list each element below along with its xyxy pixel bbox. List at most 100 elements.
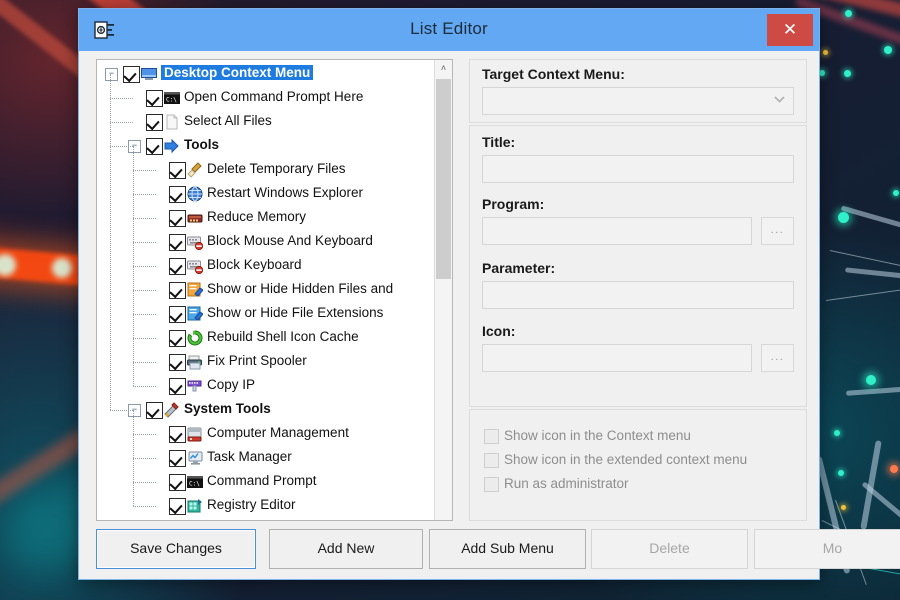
tree-item[interactable]: Select All Files [97, 110, 452, 134]
tree-item-label: Copy IP [207, 377, 256, 392]
tree-item[interactable]: Show or Hide Hidden Files and [97, 278, 452, 302]
tree-item[interactable]: Copy IP [97, 374, 452, 398]
tree-item[interactable]: − System Tools [97, 398, 452, 422]
tree-item-label: Registry Editor [207, 497, 296, 512]
keyboard-block-icon [187, 234, 204, 251]
tree-item-checkbox[interactable] [169, 378, 186, 395]
details-panel: Target Context Menu: Title: Program: ...… [469, 59, 807, 521]
tree-item-checkbox[interactable] [169, 282, 186, 299]
tree-item[interactable]: Block Mouse And Keyboard [97, 230, 452, 254]
close-button[interactable]: ✕ [767, 14, 813, 46]
delete-button: Delete [591, 529, 748, 569]
tree-item-label: Task Manager [207, 449, 292, 464]
memory-chip-icon [187, 210, 203, 226]
tree-item-checkbox[interactable] [169, 258, 186, 275]
tree-item[interactable]: C:\ Command Prompt [97, 470, 452, 494]
chevron-down-icon [774, 96, 785, 103]
icon-label: Icon: [482, 323, 516, 339]
orange-edit-icon [187, 282, 204, 298]
tree-item-checkbox[interactable] [169, 306, 186, 323]
tree-item-checkbox[interactable] [169, 330, 186, 347]
tree-item[interactable]: Rebuild Shell Icon Cache [97, 326, 452, 350]
tree-item[interactable]: Task Manager [97, 446, 452, 470]
tree-item[interactable]: Reduce Memory [97, 206, 452, 230]
tree-item-checkbox[interactable] [169, 450, 186, 467]
monitor-icon [141, 66, 157, 82]
tree-item-label: Delete Temporary Files [207, 161, 346, 176]
tree-item-label: Block Mouse And Keyboard [207, 233, 373, 248]
icon-input[interactable] [482, 344, 752, 372]
program-input[interactable] [482, 217, 752, 245]
target-context-menu-label: Target Context Menu: [482, 66, 625, 82]
tree-item-label: Block Keyboard [207, 257, 302, 272]
program-browse-button[interactable]: ... [761, 217, 794, 245]
tree-item-checkbox[interactable] [169, 426, 186, 443]
green-refresh-icon [187, 330, 203, 346]
server-icon [187, 426, 203, 442]
tree-item[interactable]: Delete Temporary Files [97, 158, 452, 182]
tree-item-checkbox[interactable] [146, 90, 163, 107]
tree-expander[interactable]: − [128, 140, 141, 153]
tree-item-checkbox[interactable] [146, 402, 163, 419]
parameter-input[interactable] [482, 281, 794, 309]
save-changes-button[interactable]: Save Changes [96, 529, 256, 569]
add-new-button[interactable]: Add New [269, 529, 423, 569]
tree-item-checkbox[interactable] [169, 354, 186, 371]
tree-item[interactable]: − Tools [97, 134, 452, 158]
tree-vertical-scrollbar[interactable]: ˄ [434, 60, 452, 520]
scroll-up-arrow[interactable]: ˄ [435, 60, 452, 77]
checkbox-label: Run as administrator [504, 476, 629, 491]
tree-item[interactable]: Show or Hide File Extensions [97, 302, 452, 326]
title-label: Title: [482, 134, 516, 150]
checkbox-label: Show icon in the extended context menu [504, 452, 748, 467]
tree-item-checkbox[interactable] [169, 234, 186, 251]
icon-browse-button[interactable]: ... [761, 344, 794, 372]
checkbox-box[interactable] [484, 429, 499, 444]
tree-item[interactable]: Restart Windows Explorer [97, 182, 452, 206]
tree-item-checkbox[interactable] [169, 162, 186, 179]
tree-item[interactable]: Computer Management [97, 422, 452, 446]
tree-item-checkbox[interactable] [146, 138, 163, 155]
checkbox-label: Show icon in the Context menu [504, 428, 691, 443]
checkbox-box[interactable] [484, 477, 499, 492]
globe-icon [187, 186, 203, 202]
tree-item[interactable]: C:\ Open Command Prompt Here [97, 86, 452, 110]
add-sub-menu-button[interactable]: Add Sub Menu [429, 529, 586, 569]
screen: List Editor ✕ − Desktop Context Menu C:\ Op… [0, 0, 900, 600]
tree-expander[interactable]: − [128, 404, 141, 417]
tree-item-checkbox[interactable] [146, 114, 163, 131]
menu-tree-panel[interactable]: − Desktop Context Menu C:\ Open Command Pro… [96, 59, 453, 521]
tree-item-label: Open Command Prompt Here [184, 89, 364, 104]
checkbox-box[interactable] [484, 453, 499, 468]
target-context-menu-select[interactable] [482, 87, 794, 115]
target-context-menu-group: Target Context Menu: [469, 59, 807, 123]
blue-edit-icon [187, 306, 204, 322]
tree-item-checkbox[interactable] [123, 66, 140, 83]
tree-item-label: Show or Hide Hidden Files and [207, 281, 394, 296]
tree-item-label: Command Prompt [207, 473, 317, 488]
title-input[interactable] [482, 155, 794, 183]
tree-item-label: Fix Print Spooler [207, 353, 307, 368]
tree-item-label: Desktop Context Menu [161, 65, 314, 80]
tree-item-checkbox[interactable] [169, 498, 186, 515]
scrollbar-thumb[interactable] [436, 79, 451, 279]
tree-item[interactable]: Fix Print Spooler [97, 350, 452, 374]
tree-item[interactable]: − Desktop Context Menu [97, 62, 452, 86]
entry-fields-group: Title: Program: ... Parameter: Icon: ... [469, 125, 807, 407]
tree-item-checkbox[interactable] [169, 474, 186, 491]
menu-tree[interactable]: − Desktop Context Menu C:\ Open Command Pro… [97, 60, 452, 520]
tree-expander[interactable]: − [105, 68, 118, 81]
program-label: Program: [482, 196, 545, 212]
tools-icon [164, 402, 180, 418]
tree-item-checkbox[interactable] [169, 210, 186, 227]
tree-item-label: Select All Files [184, 113, 272, 128]
cmd-icon: C:\ [164, 90, 180, 106]
monitor-chart-icon [187, 450, 203, 466]
document-icon [164, 114, 180, 130]
svg-text:C:\: C:\ [189, 481, 200, 488]
keyboard-block-icon [187, 258, 204, 275]
tree-item[interactable]: Registry Editor [97, 494, 452, 518]
tree-item-checkbox[interactable] [169, 186, 186, 203]
tree-item[interactable]: Block Keyboard [97, 254, 452, 278]
window-title-bar: List Editor ✕ [79, 9, 819, 51]
